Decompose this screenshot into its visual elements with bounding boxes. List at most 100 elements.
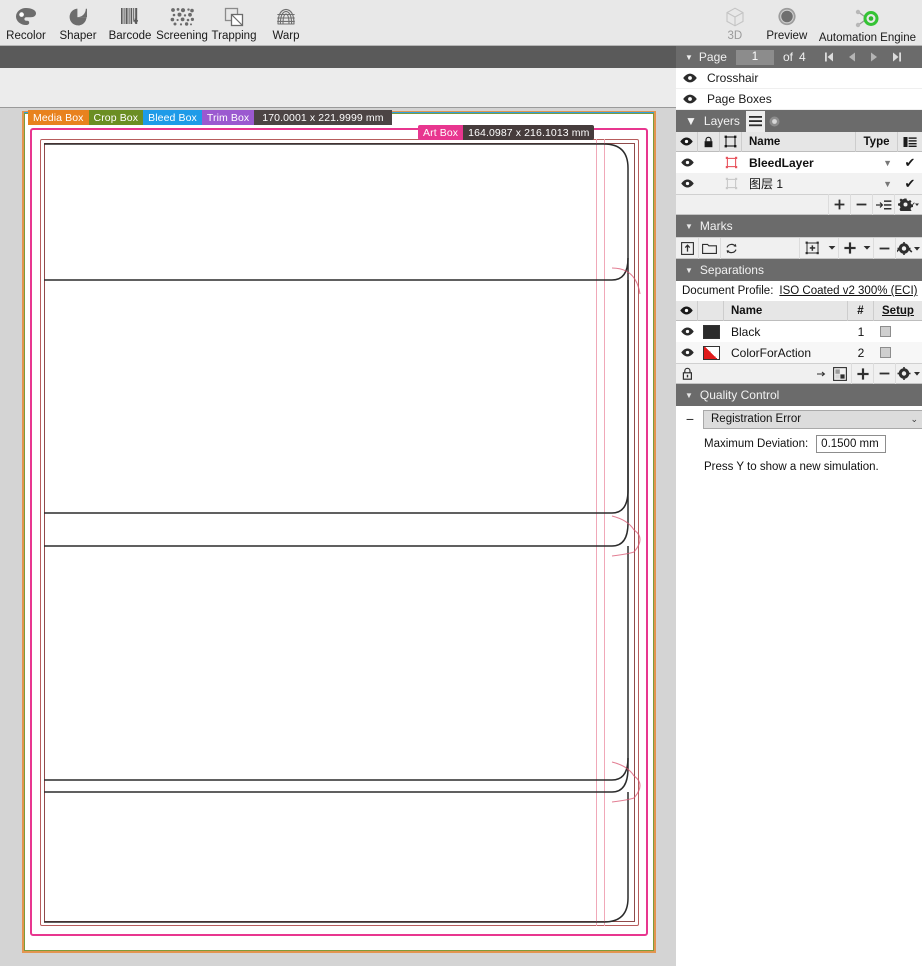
quality-control-title: Quality Control	[699, 388, 780, 402]
marks-folder-button[interactable]	[698, 237, 720, 259]
add-layer-button[interactable]	[828, 194, 850, 215]
layer-options-button[interactable]	[894, 194, 922, 215]
add-smart-mark-button[interactable]	[799, 237, 825, 259]
print-column-icon	[898, 132, 922, 152]
marks-section-header[interactable]: ▼ Marks	[676, 215, 922, 237]
art-box-label[interactable]: Art Box	[418, 125, 464, 140]
layer-select-icon[interactable]	[720, 177, 742, 190]
layers-title-group[interactable]: ▼ Layers	[676, 110, 740, 132]
maximum-deviation-row: Maximum Deviation:	[676, 432, 922, 456]
layers-structure-view-tab[interactable]	[765, 111, 784, 132]
layer-select-icon[interactable]	[720, 156, 742, 169]
tool-label: Barcode	[108, 30, 152, 42]
barcode-icon	[117, 4, 143, 30]
print-check-icon[interactable]: ✔	[898, 155, 922, 171]
tool-barcode[interactable]: Barcode	[104, 0, 156, 45]
layer-row-layer1[interactable]: 图层 1 ▼ ✔	[676, 173, 922, 194]
art-box-labels: Art Box 164.0987 x 216.1013 mm	[418, 125, 595, 140]
previous-page-icon[interactable]	[844, 51, 860, 63]
collapse-triangle-icon[interactable]: ▼	[685, 114, 697, 128]
layers-column-header: Name Type	[676, 131, 922, 152]
tool-3d[interactable]: 3D	[709, 0, 761, 45]
simulation-hint: Press Y to show a new simulation.	[704, 461, 879, 473]
tags-bar: No Tags ▼ None ▼	[0, 68, 676, 170]
first-page-icon[interactable]	[820, 51, 838, 63]
collapse-triangle-icon[interactable]: ▼	[685, 266, 693, 275]
marks-button-bar	[676, 237, 922, 259]
separations-section-header[interactable]: ▼ Separations	[676, 259, 922, 281]
separation-name: ColorForAction	[731, 345, 812, 360]
refresh-marks-button[interactable]	[720, 237, 742, 259]
layer-row-bleedlayer[interactable]: BleedLayer ▼ ✔	[676, 152, 922, 173]
chevron-down-icon[interactable]: ▼	[856, 158, 898, 168]
page-number-input[interactable]	[735, 49, 774, 65]
remove-layer-button[interactable]	[850, 194, 872, 215]
separation-setup-column-header[interactable]: Setup	[874, 301, 922, 321]
eye-icon[interactable]	[676, 157, 698, 168]
bleed-box-label[interactable]: Bleed Box	[143, 110, 202, 125]
trim-box-label[interactable]: Trim Box	[201, 110, 255, 125]
separation-row-colorforaction[interactable]: ColorForAction 2	[676, 342, 922, 363]
remove-separation-button[interactable]	[873, 363, 895, 384]
automation-engine-icon	[852, 6, 882, 32]
page-size-label: 170.0001 x 221.9999 mm	[254, 110, 392, 125]
chevron-down-icon: ⌄	[910, 413, 918, 424]
layers-list-view-tab[interactable]	[745, 111, 765, 132]
print-check-icon[interactable]: ✔	[898, 176, 922, 192]
maximum-deviation-input[interactable]	[816, 435, 887, 453]
media-box-label[interactable]: Media Box	[28, 110, 89, 125]
view-option-page-boxes[interactable]: Page Boxes	[676, 89, 922, 110]
view-option-crosshair[interactable]: Crosshair	[676, 68, 922, 89]
eye-icon[interactable]	[676, 347, 698, 358]
eye-icon[interactable]	[682, 93, 698, 105]
die-cut-path	[44, 143, 641, 923]
merge-separations-button[interactable]	[829, 363, 851, 384]
add-separation-button[interactable]	[851, 363, 873, 384]
view-option-label: Crosshair	[707, 71, 759, 85]
remove-check-button[interactable]: −	[684, 411, 696, 427]
tool-label: Shaper	[59, 30, 97, 42]
document-canvas[interactable]: Media Box Crop Box Bleed Box Trim Box 17…	[0, 108, 676, 966]
collapse-triangle-icon[interactable]: ▼	[685, 53, 693, 62]
shaper-icon	[65, 4, 91, 30]
tool-preview[interactable]: Preview	[761, 0, 813, 45]
separations-title: Separations	[699, 263, 764, 277]
document-profile-value[interactable]: ISO Coated v2 300% (ECI)	[779, 285, 917, 297]
crop-box-label[interactable]: Crop Box	[88, 110, 144, 125]
separation-name: Black	[731, 324, 761, 339]
add-mark-dropdown[interactable]	[860, 238, 873, 259]
separation-setup-checkbox[interactable]	[874, 347, 922, 358]
add-mark-button[interactable]	[838, 237, 860, 259]
quality-control-section-header[interactable]: ▼ Quality Control	[676, 384, 922, 406]
marks-options-button[interactable]	[895, 237, 922, 259]
remove-mark-button[interactable]	[873, 237, 895, 259]
eye-icon[interactable]	[676, 326, 698, 337]
eye-icon[interactable]	[676, 178, 698, 189]
move-to-layer-button[interactable]	[872, 194, 894, 215]
collapse-triangle-icon[interactable]: ▼	[685, 391, 693, 400]
smart-mark-dropdown[interactable]	[825, 238, 838, 259]
separation-options-button[interactable]	[895, 363, 922, 384]
chevron-down-icon[interactable]: ▼	[856, 179, 898, 189]
separation-setup-checkbox[interactable]	[874, 326, 922, 337]
next-page-icon[interactable]	[866, 51, 882, 63]
separation-row-black[interactable]: Black 1	[676, 321, 922, 342]
eye-icon[interactable]	[682, 72, 698, 84]
separations-column-header: Name # Setup	[676, 300, 922, 321]
collapse-triangle-icon[interactable]: ▼	[685, 222, 693, 231]
load-marks-button[interactable]	[676, 238, 698, 259]
tool-recolor[interactable]: Recolor	[0, 0, 52, 45]
tool-screening[interactable]: Screening	[156, 0, 208, 45]
last-page-icon[interactable]	[888, 51, 906, 63]
tool-automation-engine[interactable]: Automation Engine	[813, 0, 922, 45]
separation-name-column-header: Name	[724, 300, 848, 321]
lock-separations-button[interactable]	[676, 363, 698, 384]
tool-warp[interactable]: Warp	[260, 0, 312, 45]
tool-shaper[interactable]: Shaper	[52, 0, 104, 45]
tool-trapping[interactable]: Trapping	[208, 0, 260, 45]
check-type-dropdown[interactable]: Registration Error ⌄	[703, 409, 922, 429]
layers-button-bar	[676, 194, 922, 215]
select-column-icon	[720, 131, 742, 152]
application-window: Recolor Shaper Barcode Screening Trappin…	[0, 0, 922, 966]
maximum-deviation-label: Maximum Deviation:	[704, 438, 809, 450]
